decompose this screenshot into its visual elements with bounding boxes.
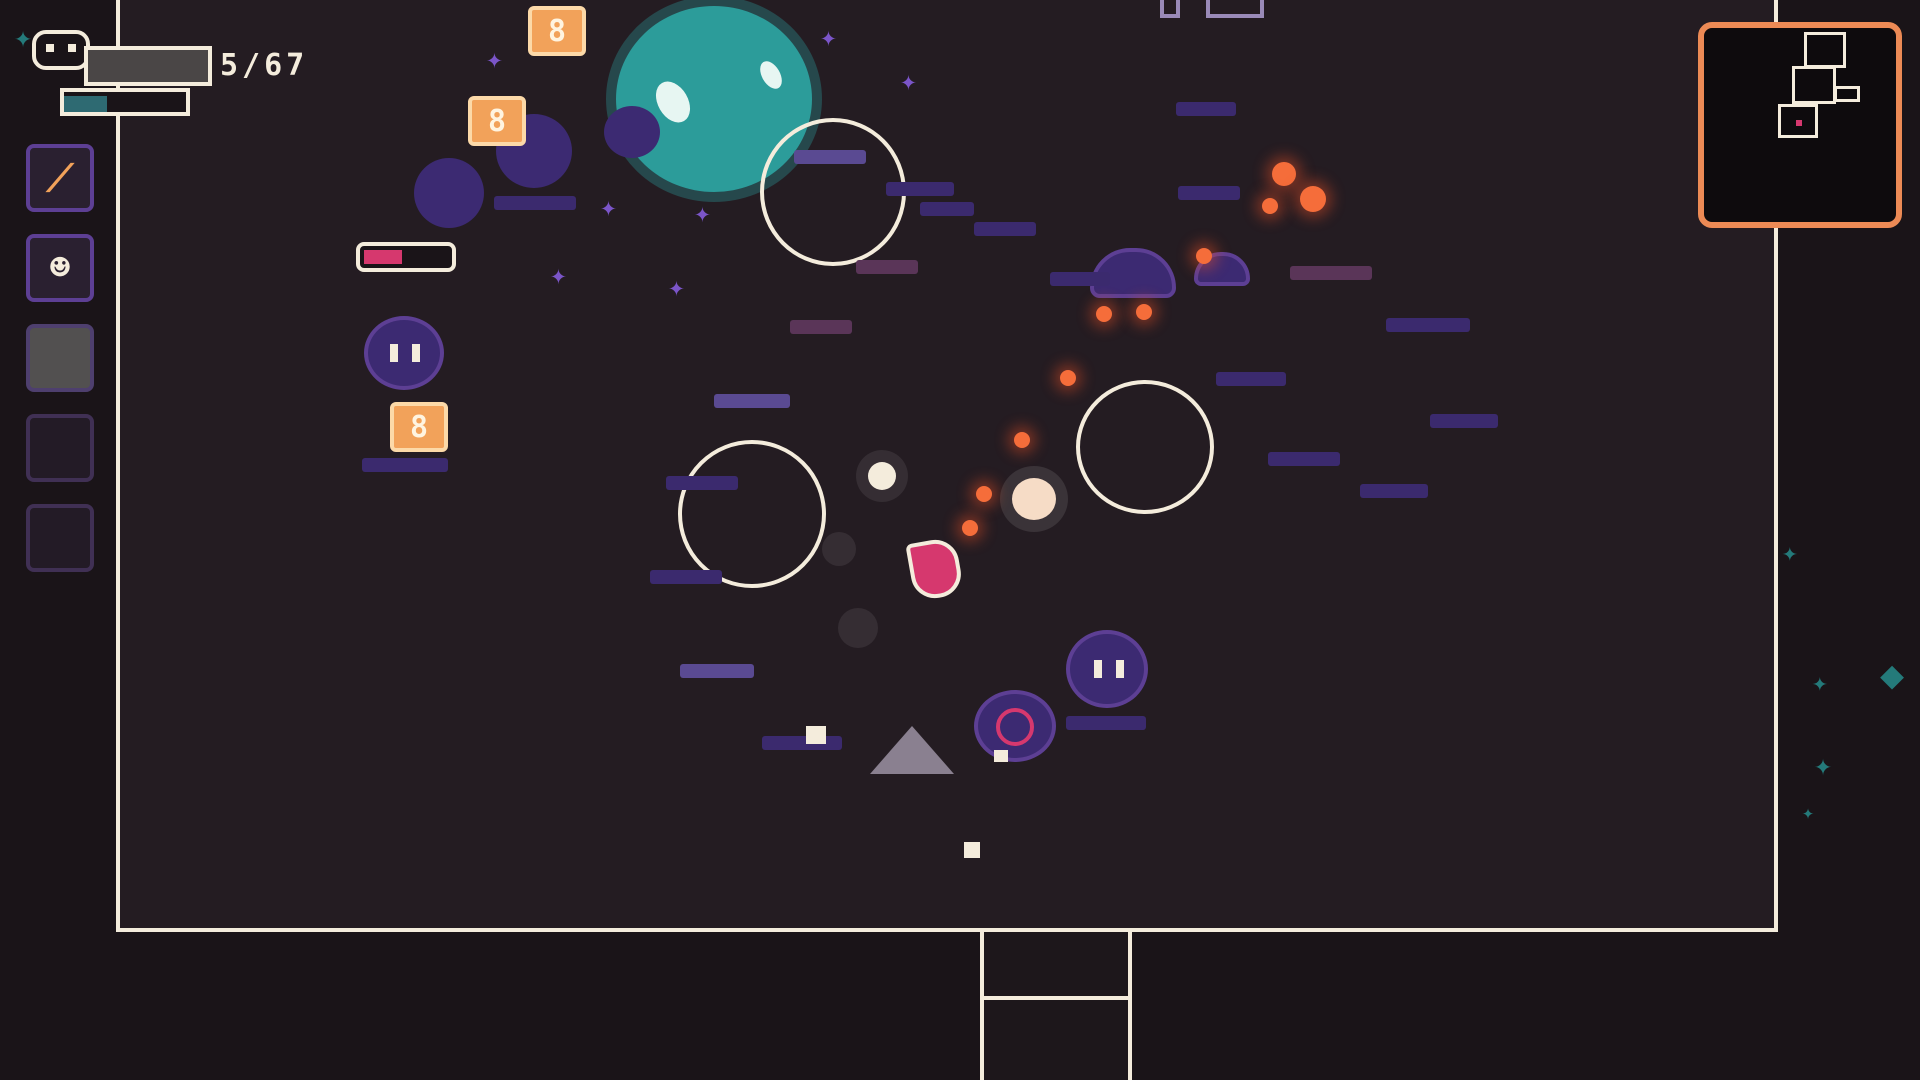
enemy-shadow [1050,272,1110,286]
enemy-eye [1116,660,1124,678]
enemy-health-bar [356,242,456,272]
enemy-shadow [1178,186,1240,200]
purple-ghost-enemy [364,316,444,390]
purple-spark-icon: ✦ [694,196,711,229]
enemy-shadow [650,570,722,584]
item-slot-bow[interactable]: ⟋ [26,144,94,212]
enemy-eye [412,344,420,362]
fire-ember [1300,186,1326,212]
enemy-shadow [666,476,738,490]
enemy-shadow [920,202,974,216]
player-skull-face-icon [32,30,90,70]
aim-ring [760,118,906,266]
teal-sparkle-icon: ✦ [1782,538,1798,568]
enemy-shadow [714,394,790,408]
gold-coin[interactable]: 8 [468,96,526,146]
minimap-room [1804,32,1846,68]
enemy-shadow [794,150,866,164]
purple-ghost-enemy [1066,630,1148,708]
item-slot-empty[interactable] [26,504,94,572]
target-turret-enemy [974,690,1056,762]
enemy-shadow [680,664,754,678]
aim-ring [678,440,826,588]
enemy-shadow [1386,318,1470,332]
enemy-shadow [762,736,842,750]
grey-spike-enemy [870,726,954,774]
enemy-shadow [886,182,954,196]
health-bar [84,46,212,86]
enemy-shadow [974,222,1036,236]
purple-spark-icon: ✦ [668,270,685,303]
enemy-shadow [362,458,448,472]
fire-ember [1136,304,1152,320]
gold-coin[interactable]: 8 [390,402,448,452]
plus-pickup[interactable] [838,608,878,648]
fire-ember [1096,306,1112,322]
minimap-room [1834,86,1860,102]
bullet [994,750,1008,762]
enemy-eye [1094,660,1102,678]
purple-spark-icon: ✦ [600,190,617,223]
enemy-shadow [856,260,918,274]
target-reticle-icon [996,708,1034,746]
minimap-room [1792,66,1836,104]
fire-ember [1196,248,1212,264]
fire-ember [1014,432,1030,448]
enemy-shadow [1360,484,1428,498]
bullet [964,842,980,858]
purple-spark-icon: ✦ [486,42,503,75]
purple-spark-icon: ✦ [900,64,917,97]
enemy-shadow [1176,102,1236,116]
minimap [1698,22,1902,228]
teal-sparkle-icon: ✦ [14,20,33,55]
bow-icon: ⟋ [46,156,74,200]
enemy-eye [390,344,398,362]
fire-ember [1060,370,1076,386]
bullet [806,726,826,744]
spiked-orb-enemy [414,158,484,228]
south-doorway[interactable] [980,932,1132,1080]
fire-ember [1272,162,1296,186]
gold-coin[interactable]: 8 [528,6,586,56]
enemy-shadow [1268,452,1340,466]
light-orb-core [1012,478,1056,520]
item-slot-relic[interactable]: ☻ [26,234,94,302]
enemy-health-fill [364,250,402,264]
enemy-shadow [1216,372,1286,386]
skull-relic-icon: ☻ [49,248,71,288]
enemy-shadow [494,196,576,210]
teal-sparkle-icon: ✦ [1812,668,1828,698]
enemy-shadow [1290,266,1372,280]
enemy-shadow [1430,414,1498,428]
purple-spark-icon: ✦ [820,20,837,53]
fire-ember [976,486,992,502]
purple-spark-icon: ✦ [550,258,567,291]
door-fragment [1160,0,1180,18]
teal-sparkle-icon: ✦ [1814,748,1833,783]
fire-ember [962,520,978,536]
teal-sparkle-icon: ✦ [1802,800,1815,824]
health-counter: 5/67 [220,48,309,83]
experience-bar-fill [64,96,107,112]
minimap-player-marker [1796,120,1802,126]
spiked-orb-enemy [604,106,660,158]
enemy-shadow [1066,716,1146,730]
aim-ring [1076,380,1214,514]
item-slot-empty[interactable] [26,414,94,482]
doorway-step [984,996,1128,1000]
light-orb-core [868,462,896,490]
fire-ember [1262,198,1278,214]
item-slot-empty-grey[interactable] [26,324,94,392]
plus-pickup[interactable] [822,532,856,566]
enemy-shadow [790,320,852,334]
door-fragment [1206,0,1264,18]
teal-sparkle-icon: ◆ [1880,652,1905,698]
